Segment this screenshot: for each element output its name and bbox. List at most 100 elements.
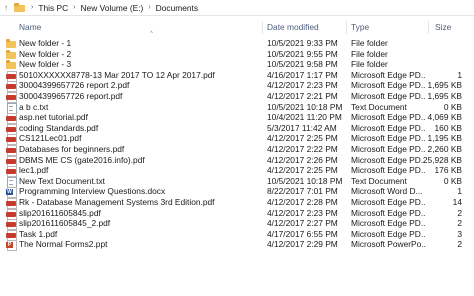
pdf-file-icon: [6, 123, 17, 135]
file-row[interactable]: Databases for beginners.pdf 4/12/2017 2:2…: [0, 143, 474, 156]
file-name: slip201611605845_2.pdf: [19, 218, 111, 229]
file-row[interactable]: New folder - 3 10/5/2021 9:58 PM File fold…: [0, 59, 474, 70]
file-row[interactable]: asp.net tutorial.pdf 10/4/2021 11:20 PM Mi…: [0, 112, 474, 125]
file-row[interactable]: 30004399657726 report 2.pdf 4/12/2017 2:2…: [0, 80, 474, 93]
file-name: 30004399657726 report.pdf: [19, 90, 123, 101]
folder-icon: [6, 60, 16, 70]
pdf-file-icon: [6, 219, 17, 231]
breadcrumb-new-volume[interactable]: New Volume (E:): [78, 3, 145, 13]
file-date-modified: 4/12/2017 2:29 PM: [267, 239, 338, 250]
file-size: 2,260 KB: [427, 143, 462, 154]
file-size: 1: [457, 69, 462, 80]
file-date-modified: 4/17/2017 6:55 PM: [267, 228, 338, 239]
column-header-size[interactable]: Size: [435, 20, 451, 35]
file-size: 14: [452, 196, 462, 207]
pdf-file-icon: [6, 197, 17, 209]
file-date-modified: 4/12/2017 2:22 PM: [267, 143, 338, 154]
column-divider[interactable]: [262, 21, 263, 34]
file-row[interactable]: a b c.txt 10/5/2021 10:18 PM Text Document…: [0, 101, 474, 114]
file-date-modified: 10/5/2021 10:18 PM: [267, 175, 343, 186]
column-header-date[interactable]: Date modified: [267, 20, 319, 35]
file-name: coding Standards.pdf: [19, 122, 99, 133]
file-row[interactable]: 30004399657726 report.pdf 4/12/2017 2:21 …: [0, 90, 474, 103]
pdf-file-icon: [6, 208, 17, 220]
file-row[interactable]: Programming Interview Questions.docx 8/22…: [0, 186, 474, 199]
file-row[interactable]: DBMS ME CS (gate2016.info).pdf 4/12/2017 …: [0, 154, 474, 167]
file-date-modified: 10/5/2021 10:18 PM: [267, 101, 343, 112]
file-date-modified: 4/12/2017 2:28 PM: [267, 196, 338, 207]
pdf-file-icon: [6, 229, 17, 241]
file-row[interactable]: slip201611605845.pdf 4/12/2017 2:23 PM Mic…: [0, 207, 474, 220]
file-name: New Text Document.txt: [19, 175, 105, 186]
file-size: 4,069 KB: [427, 112, 462, 123]
file-size: 1,695 KB: [427, 90, 462, 101]
file-name: New folder - 1: [19, 38, 72, 48]
file-size: 1,195 KB: [427, 133, 462, 144]
file-date-modified: 8/22/2017 7:01 PM: [267, 186, 338, 197]
column-divider[interactable]: [428, 21, 429, 34]
file-row[interactable]: New folder - 2 10/5/2021 9:55 PM File fold…: [0, 49, 474, 60]
folder-icon: [6, 49, 16, 59]
breadcrumb-this-pc[interactable]: This PC: [36, 3, 70, 13]
file-type: File folder: [351, 59, 388, 70]
file-name: Programming Interview Questions.docx: [19, 186, 166, 197]
chevron-right-icon[interactable]: ›: [28, 4, 36, 11]
up-arrow-icon[interactable]: ↑: [0, 1, 12, 15]
file-date-modified: 10/5/2021 9:58 PM: [267, 59, 338, 70]
file-type: File folder: [351, 38, 388, 48]
file-row[interactable]: lec1.pdf 4/12/2017 2:25 PM Microsoft Edge …: [0, 165, 474, 178]
file-name: New folder - 3: [19, 59, 72, 70]
text-file-icon: [6, 102, 17, 114]
file-date-modified: 4/12/2017 2:27 PM: [267, 218, 338, 229]
file-name: The Normal Forms2.ppt: [19, 239, 108, 250]
file-name: asp.net tutorial.pdf: [19, 112, 88, 123]
column-header-type[interactable]: Type: [351, 20, 369, 35]
file-name: lec1.pdf: [19, 165, 49, 176]
file-size: 176 KB: [434, 165, 462, 176]
file-name: New folder - 2: [19, 48, 72, 59]
file-name: Databases for beginners.pdf: [19, 143, 125, 154]
file-row[interactable]: Rk - Database Management Systems 3rd Edi…: [0, 196, 474, 209]
file-row[interactable]: Task 1.pdf 4/17/2017 6:55 PM Microsoft Edg…: [0, 228, 474, 241]
file-row[interactable]: CS121Lec01.pdf 4/12/2017 2:25 PM Microsoft…: [0, 133, 474, 146]
folder-icon: [6, 39, 16, 48]
file-list: New folder - 1 10/5/2021 9:33 PM File fold…: [0, 38, 474, 252]
text-file-icon: [6, 176, 17, 188]
file-row[interactable]: slip201611605845_2.pdf 4/12/2017 2:27 PM M…: [0, 218, 474, 231]
pdf-file-icon: [6, 134, 17, 146]
chevron-right-icon[interactable]: ›: [145, 4, 153, 11]
file-row[interactable]: coding Standards.pdf 5/3/2017 11:42 AM Mic…: [0, 122, 474, 135]
file-name: DBMS ME CS (gate2016.info).pdf: [19, 154, 145, 165]
file-name: Rk - Database Management Systems 3rd Edi…: [19, 196, 215, 207]
column-header-name[interactable]: Name: [19, 20, 41, 35]
breadcrumb: › This PC › New Volume (E:) › Documents: [12, 0, 200, 16]
file-name: 30004399657726 report 2.pdf: [19, 80, 130, 91]
file-size: 2: [457, 239, 462, 250]
file-date-modified: 5/3/2017 11:42 AM: [267, 122, 337, 133]
file-name: CS121Lec01.pdf: [19, 133, 82, 144]
address-bar[interactable]: ↑ › This PC › New Volume (E:) › Document…: [0, 0, 474, 16]
file-date-modified: 10/5/2021 9:33 PM: [267, 38, 338, 48]
file-size: 25,928 KB: [422, 154, 462, 165]
pdf-file-icon: [6, 81, 17, 93]
file-name: slip201611605845.pdf: [19, 207, 101, 218]
file-size: 2: [457, 218, 462, 229]
file-size: 0 KB: [443, 101, 462, 112]
file-date-modified: 4/12/2017 2:25 PM: [267, 133, 338, 144]
column-divider[interactable]: [346, 21, 347, 34]
file-row[interactable]: New folder - 1 10/5/2021 9:33 PM File fold…: [0, 38, 474, 49]
file-row[interactable]: The Normal Forms2.ppt4/12/2017 2:29 PMMi…: [0, 239, 474, 252]
chevron-right-icon[interactable]: ›: [70, 4, 78, 11]
file-size: 2: [457, 207, 462, 218]
file-date-modified: 4/12/2017 2:23 PM: [267, 207, 338, 218]
file-date-modified: 4/12/2017 2:26 PM: [267, 154, 338, 165]
file-size: 1,695 KB: [427, 80, 462, 91]
file-size: 3: [457, 228, 462, 239]
file-name: 5010XXXXXX8778-13 Mar 2017 TO 12 Apr 201…: [19, 69, 215, 80]
pdf-file-icon: [6, 144, 17, 156]
file-row[interactable]: 5010XXXXXX8778-13 Mar 2017 TO 12 Apr 201…: [0, 69, 474, 82]
file-date-modified: 10/5/2021 9:55 PM: [267, 48, 338, 59]
file-date-modified: 10/4/2021 11:20 PM: [267, 112, 342, 123]
breadcrumb-documents[interactable]: Documents: [154, 3, 200, 13]
file-row[interactable]: New Text Document.txt 10/5/2021 10:18 PM T…: [0, 175, 474, 188]
